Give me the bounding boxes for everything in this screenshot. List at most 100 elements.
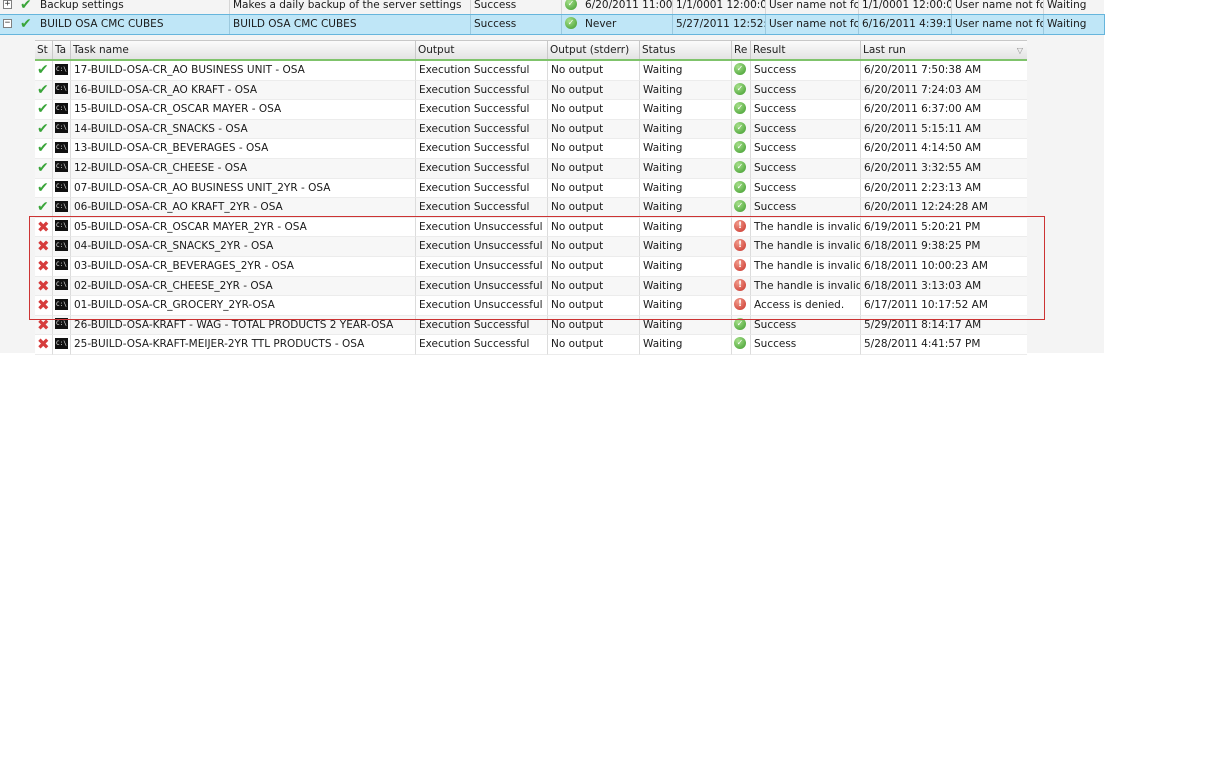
subtask-output: Execution Unsuccessful xyxy=(416,276,548,297)
subtask-last-run: 6/20/2011 7:50:38 AM xyxy=(861,61,1027,81)
subtask-row[interactable]: ✔ C:\ 14-BUILD-OSA-CR_SNACKS - OSA Executio… xyxy=(35,119,1027,140)
x-icon: ✖ xyxy=(35,315,53,336)
cmd-icon: C:\ xyxy=(53,296,71,316)
subtask-stderr: No output xyxy=(548,158,640,179)
subtask-name: 16-BUILD-OSA-CR_AO KRAFT - OSA xyxy=(71,80,416,101)
cmd-icon: C:\ xyxy=(53,61,71,81)
subtask-name: 04-BUILD-OSA-CR_SNACKS_2YR - OSA xyxy=(71,237,416,257)
subtask-last-run: 6/19/2011 5:20:21 PM xyxy=(861,218,1027,238)
subtask-output: Execution Successful xyxy=(416,80,548,101)
subtask-status: Waiting xyxy=(640,80,732,101)
collapse-toggle[interactable]: − xyxy=(3,19,12,28)
subtask-result: Success xyxy=(751,315,861,336)
task-description: Makes a daily backup of the server setti… xyxy=(230,0,471,15)
subtask-name: 02-BUILD-OSA-CR_CHEESE_2YR - OSA xyxy=(71,276,416,297)
x-icon: ✖ xyxy=(35,217,53,238)
subtask-output: Execution Unsuccessful xyxy=(416,237,548,257)
subtask-last-run: 6/18/2011 3:13:03 AM xyxy=(861,277,1027,297)
subtask-output: Execution Unsuccessful xyxy=(416,296,548,316)
subtask-stderr: No output xyxy=(548,237,640,257)
cmd-icon: C:\ xyxy=(53,335,71,355)
subtask-row[interactable]: ✔ C:\ 17-BUILD-OSA-CR_AO BUSINESS UNIT - O… xyxy=(35,61,1027,81)
subtask-last-run: 5/28/2011 4:41:57 PM xyxy=(861,335,1027,355)
subtask-result: Success xyxy=(751,178,861,199)
task-status: Success xyxy=(471,15,562,34)
error-circle-icon: ! xyxy=(732,237,751,257)
sort-descending-icon: ▽ xyxy=(1016,46,1023,55)
check-icon: ✔ xyxy=(35,139,53,159)
subtask-stderr: No output xyxy=(548,335,640,355)
task-modified-by: User name not fo xyxy=(952,15,1044,34)
task-next-run: 1/1/0001 12:00:0 xyxy=(673,0,766,15)
col-header-status[interactable]: Status xyxy=(640,41,732,59)
cmd-icon: C:\ xyxy=(53,237,71,257)
subtask-stderr: No output xyxy=(548,276,640,297)
subtask-row[interactable]: ✖ C:\ 25-BUILD-OSA-KRAFT-MEIJER-2YR TTL PR… xyxy=(35,335,1027,355)
subtask-output: Execution Successful xyxy=(416,178,548,199)
col-header-stderr[interactable]: Output (stderr) xyxy=(548,41,640,59)
subtask-output: Execution Successful xyxy=(416,315,548,336)
error-circle-icon: ! xyxy=(732,296,751,316)
subtask-name: 03-BUILD-OSA-CR_BEVERAGES_2YR - OSA xyxy=(71,256,416,277)
subtask-row[interactable]: ✖ C:\ 01-BUILD-OSA-CR_GROCERY_2YR-OSA Execu… xyxy=(35,296,1027,316)
subtask-stderr: No output xyxy=(548,61,640,81)
col-header-last-run[interactable]: Last run ▽ xyxy=(861,41,1027,59)
col-header-result[interactable]: Result xyxy=(751,41,861,59)
subtask-status: Waiting xyxy=(640,198,732,218)
subtask-row[interactable]: ✔ C:\ 06-BUILD-OSA-CR_AO KRAFT_2YR - OSA Ex… xyxy=(35,198,1027,218)
col-header-state[interactable]: St xyxy=(35,41,53,59)
col-header-output[interactable]: Output xyxy=(416,41,548,59)
subtask-output: Execution Successful xyxy=(416,158,548,179)
cmd-icon: C:\ xyxy=(53,276,71,297)
subtask-output: Execution Unsuccessful xyxy=(416,217,548,238)
subtask-result: Access is denied. xyxy=(751,296,861,316)
task-run-as: User name not fo xyxy=(766,15,859,34)
subtask-status: Waiting xyxy=(640,61,732,81)
cmd-icon: C:\ xyxy=(53,100,71,120)
expand-toggle[interactable]: + xyxy=(3,0,12,9)
subtask-name: 25-BUILD-OSA-KRAFT-MEIJER-2YR TTL PRODUC… xyxy=(71,335,416,355)
subtask-name: 17-BUILD-OSA-CR_AO BUSINESS UNIT - OSA xyxy=(71,61,416,81)
ok-circle-icon: ✓ xyxy=(732,100,751,120)
subtask-row[interactable]: ✔ C:\ 07-BUILD-OSA-CR_AO BUSINESS UNIT_2YR… xyxy=(35,178,1027,199)
screenshot: + ✔ Backup settings Makes a daily backup… xyxy=(0,0,1205,757)
col-header-task-name[interactable]: Task name xyxy=(71,41,416,59)
master-row-build-osa-cmc-cubes[interactable]: − ✔ BUILD OSA CMC CUBES BUILD OSA CMC CU… xyxy=(0,14,1105,35)
subtask-result: Success xyxy=(751,100,861,120)
task-run-as: User name not fo xyxy=(766,0,859,15)
subtask-row[interactable]: ✖ C:\ 03-BUILD-OSA-CR_BEVERAGES_2YR - OSA E… xyxy=(35,256,1027,277)
subtask-status: Waiting xyxy=(640,217,732,238)
subtask-last-run: 6/20/2011 7:24:03 AM xyxy=(861,81,1027,101)
subtask-row[interactable]: ✖ C:\ 26-BUILD-OSA-KRAFT - WAG - TOTAL PRO… xyxy=(35,315,1027,336)
subtask-row[interactable]: ✔ C:\ 13-BUILD-OSA-CR_BEVERAGES - OSA Execu… xyxy=(35,139,1027,159)
subtask-result: The handle is invalid. xyxy=(751,217,861,238)
col-header-type[interactable]: Ta xyxy=(53,41,71,59)
x-icon: ✖ xyxy=(35,256,53,277)
subtask-result: The handle is invalid. xyxy=(751,256,861,277)
subtask-stderr: No output xyxy=(548,100,640,120)
cmd-icon: C:\ xyxy=(53,256,71,277)
task-modified: 6/16/2011 4:39:1 xyxy=(859,15,952,34)
subtask-row[interactable]: ✖ C:\ 02-BUILD-OSA-CR_CHEESE_2YR - OSA Exec… xyxy=(35,276,1027,297)
task-last-run: Never xyxy=(582,15,673,34)
subtask-result: Success xyxy=(751,335,861,355)
cmd-icon: C:\ xyxy=(53,315,71,336)
subtask-row[interactable]: ✖ C:\ 05-BUILD-OSA-CR_OSCAR MAYER_2YR - OS… xyxy=(35,217,1027,238)
subtask-name: 13-BUILD-OSA-CR_BEVERAGES - OSA xyxy=(71,139,416,159)
col-header-last-run-label: Last run xyxy=(863,44,906,56)
subtask-rows: ✔ C:\ 17-BUILD-OSA-CR_AO BUSINESS UNIT - O… xyxy=(35,61,1027,355)
subtask-row[interactable]: ✖ C:\ 04-BUILD-OSA-CR_SNACKS_2YR - OSA Exec… xyxy=(35,237,1027,257)
subtask-stderr: No output xyxy=(548,139,640,159)
subtask-row[interactable]: ✔ C:\ 15-BUILD-OSA-CR_OSCAR MAYER - OSA Exe… xyxy=(35,100,1027,120)
col-header-result-icon[interactable]: Re xyxy=(732,41,751,59)
subtask-row[interactable]: ✔ C:\ 16-BUILD-OSA-CR_AO KRAFT - OSA Execut… xyxy=(35,80,1027,101)
subtask-row[interactable]: ✔ C:\ 12-BUILD-OSA-CR_CHEESE - OSA Executio… xyxy=(35,158,1027,179)
subtask-grid: St Ta Task name Output Output (stderr) S… xyxy=(35,40,1027,355)
subtask-stderr: No output xyxy=(548,80,640,101)
master-row-backup-settings[interactable]: + ✔ Backup settings Makes a daily backup… xyxy=(0,0,1104,15)
error-circle-icon: ! xyxy=(732,256,751,277)
check-icon: ✔ xyxy=(35,80,53,101)
subtask-name: 14-BUILD-OSA-CR_SNACKS - OSA xyxy=(71,119,416,140)
error-circle-icon: ! xyxy=(732,217,751,238)
cmd-icon: C:\ xyxy=(53,198,71,218)
